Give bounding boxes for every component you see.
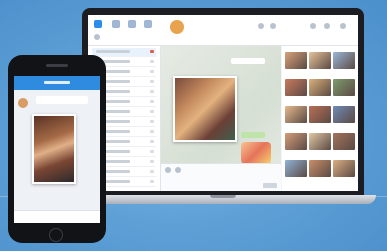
chat-icon[interactable]: [94, 20, 102, 28]
emoji-icon[interactable]: [165, 167, 171, 173]
photo-gallery: [282, 46, 358, 191]
voice-call-icon[interactable]: [270, 23, 276, 29]
gallery-thumbnail[interactable]: [309, 160, 331, 177]
window-toolbar: [88, 15, 358, 46]
phone-header-title: [44, 81, 70, 84]
gallery-thumbnail[interactable]: [333, 79, 355, 96]
contacts-icon[interactable]: [112, 20, 120, 28]
gallery-thumbnail[interactable]: [309, 133, 331, 150]
gallery-thumbnail[interactable]: [333, 160, 355, 177]
phone-photo-message[interactable]: [32, 114, 76, 184]
message-input[interactable]: [161, 163, 281, 191]
home-button[interactable]: [49, 228, 63, 242]
phone-message-input[interactable]: [14, 210, 100, 223]
sticker-message[interactable]: [241, 142, 271, 164]
photo-message[interactable]: [173, 76, 237, 142]
video-call-icon[interactable]: [258, 23, 264, 29]
send-button[interactable]: [263, 183, 277, 188]
gallery-thumbnail[interactable]: [285, 106, 307, 123]
add-icon[interactable]: [324, 23, 330, 29]
gallery-thumbnail[interactable]: [309, 106, 331, 123]
gallery-thumbnail[interactable]: [333, 52, 355, 69]
gallery-thumbnail[interactable]: [285, 79, 307, 96]
phone-speaker: [46, 64, 68, 67]
phone-chat-avatar[interactable]: [18, 98, 28, 108]
settings-icon[interactable]: [144, 20, 152, 28]
message-bubble: [241, 132, 265, 138]
message-bubble: [231, 58, 265, 64]
gallery-thumbnail[interactable]: [285, 133, 307, 150]
gallery-thumbnail[interactable]: [285, 160, 307, 177]
laptop-notch: [210, 195, 236, 198]
gallery-thumbnail[interactable]: [333, 133, 355, 150]
list-item[interactable]: [92, 48, 156, 57]
phone-header: [14, 76, 100, 90]
gallery-thumbnail[interactable]: [309, 52, 331, 69]
chat-avatar[interactable]: [170, 20, 184, 34]
user-icon[interactable]: [128, 20, 136, 28]
phone: [8, 55, 106, 243]
more-icon[interactable]: [340, 23, 346, 29]
folder-icon[interactable]: [310, 23, 316, 29]
laptop: [70, 8, 376, 204]
attachment-icon[interactable]: [175, 167, 181, 173]
gallery-thumbnail[interactable]: [333, 106, 355, 123]
laptop-screen: [88, 15, 358, 191]
gallery-thumbnail[interactable]: [285, 52, 307, 69]
phone-screen: [14, 76, 100, 223]
phone-message-bubble: [36, 96, 88, 104]
gallery-thumbnail[interactable]: [309, 79, 331, 96]
search-icon[interactable]: [94, 34, 100, 40]
